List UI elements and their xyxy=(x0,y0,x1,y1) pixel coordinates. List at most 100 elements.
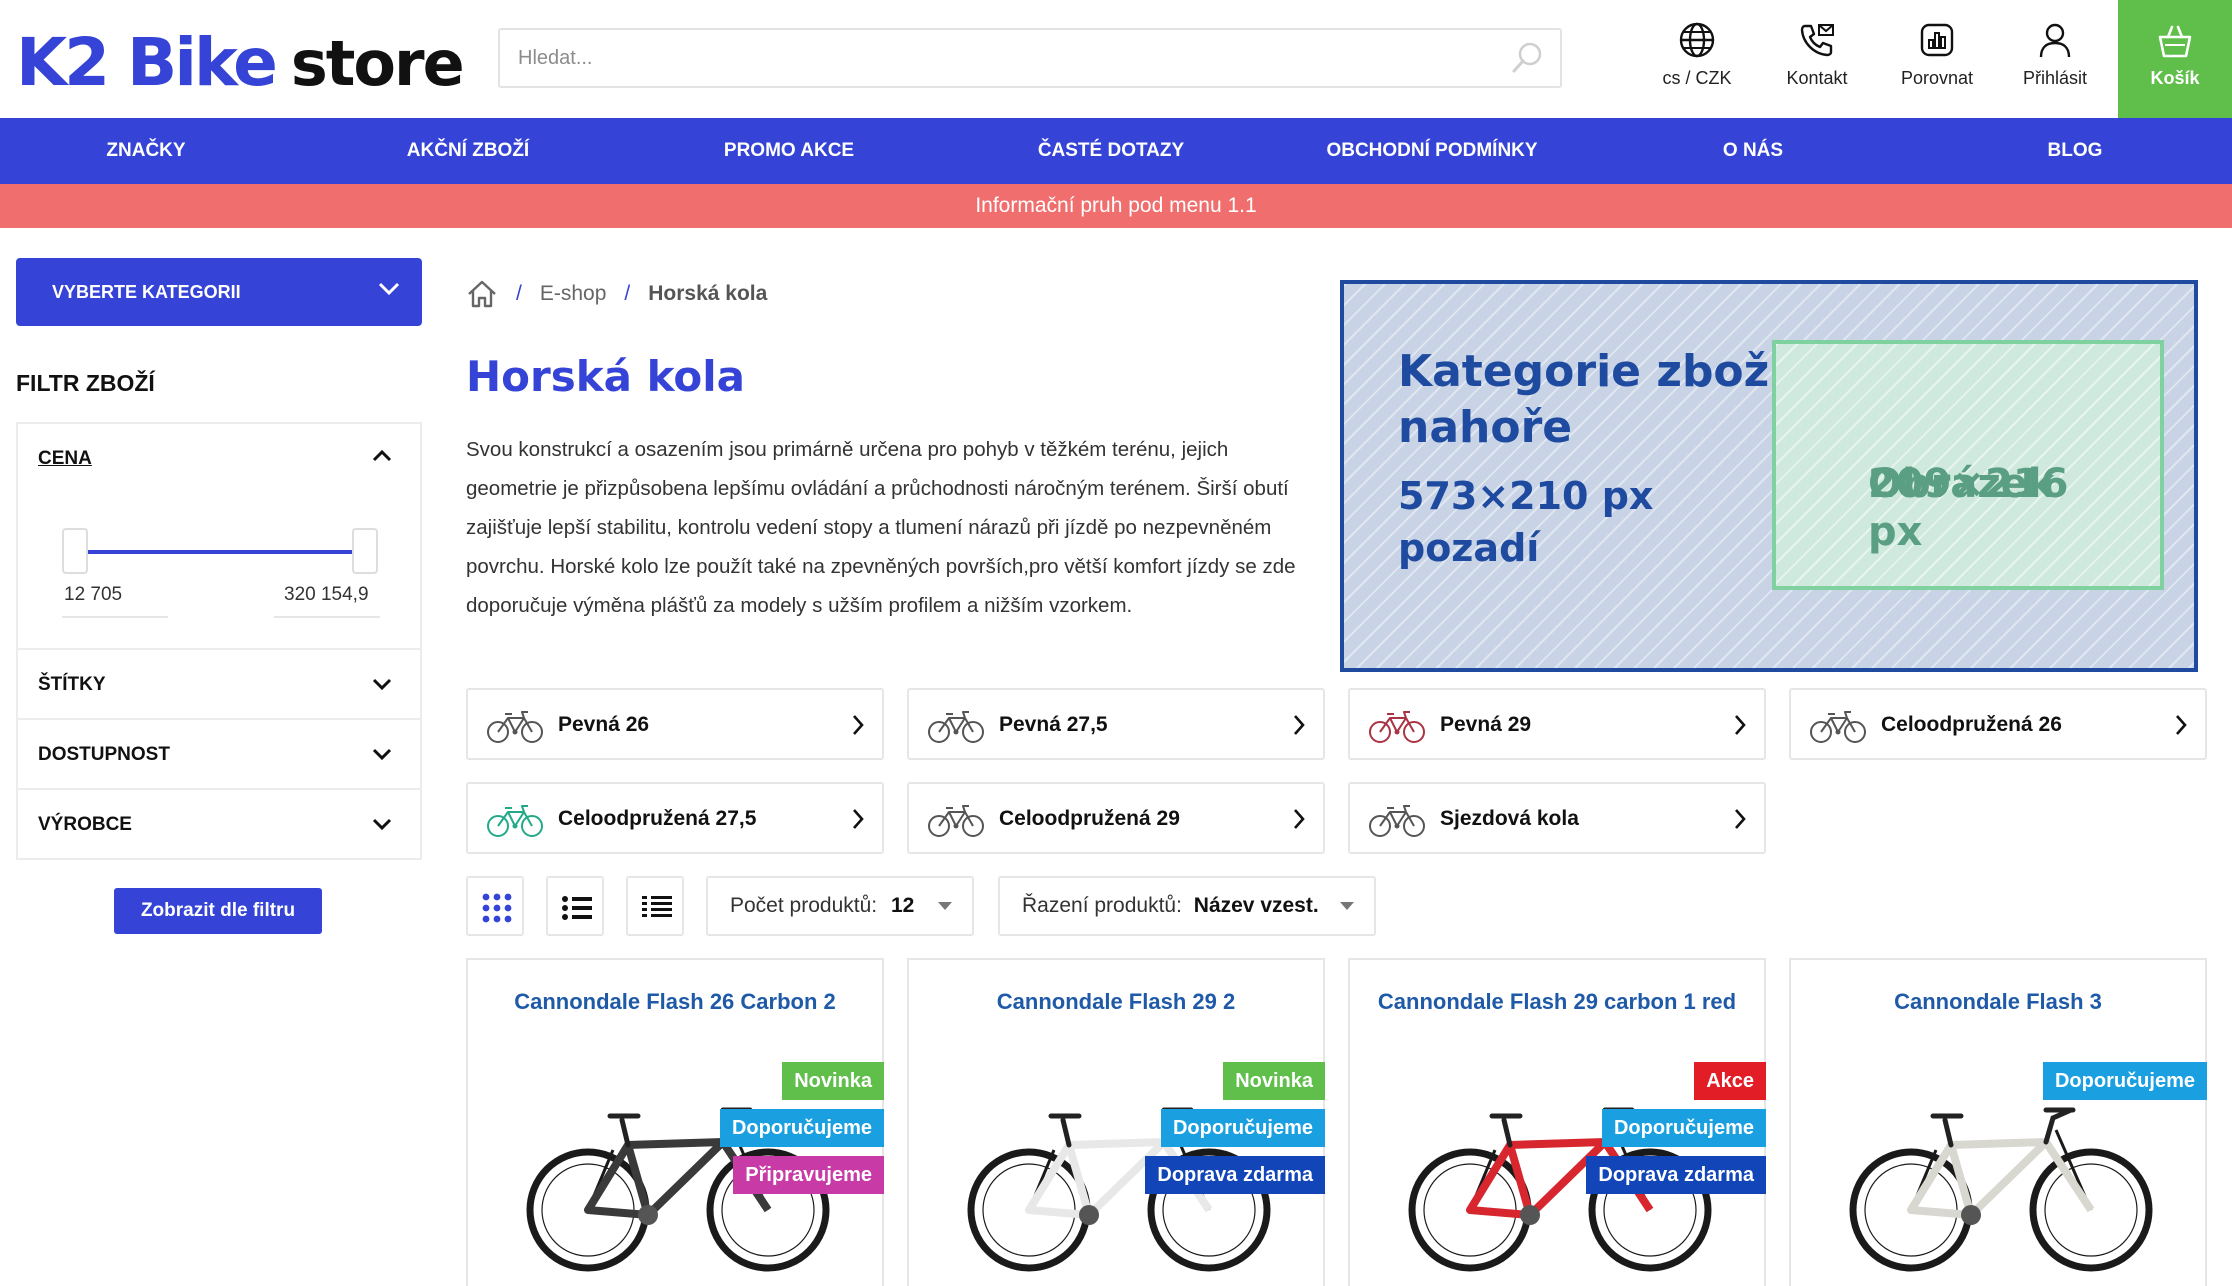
login-link[interactable]: Přihlásit xyxy=(2000,20,2110,100)
nav-item-terms[interactable]: OBCHODNÍ PODMÍNKY xyxy=(1326,118,1537,184)
nav-item-sale[interactable]: AKČNÍ ZBOŽÍ xyxy=(407,118,529,184)
chevron-right-icon xyxy=(1734,808,1746,835)
nav-item-faq[interactable]: ČASTÉ DOTAZY xyxy=(1038,118,1184,184)
subcategory-label: Sjezdová kola xyxy=(1440,807,1579,830)
price-min-value[interactable]: 12 705 xyxy=(64,584,122,606)
view-list-button[interactable] xyxy=(546,876,604,936)
chevron-right-icon xyxy=(1734,714,1746,741)
filter-section-manufacturer[interactable]: VÝROBCE xyxy=(18,790,420,858)
product-badge: Novinka xyxy=(782,1062,884,1100)
compare-label: Porovnat xyxy=(1900,68,1974,88)
apply-filter-button[interactable]: Zobrazit dle filtru xyxy=(114,888,322,934)
filter-price-toggle[interactable]: CENA xyxy=(38,448,92,470)
subcategory-tile[interactable]: Celoodpružená 26 xyxy=(1789,688,2207,760)
chevron-down-icon xyxy=(372,678,392,690)
chevron-up-icon[interactable] xyxy=(372,450,392,462)
view-grid-button[interactable] xyxy=(466,876,524,936)
category-select-button[interactable]: VYBERTE KATEGORII xyxy=(16,258,422,326)
price-slider-max-handle[interactable] xyxy=(352,528,378,574)
product-name[interactable]: Cannondale Flash 29 2 xyxy=(929,986,1303,1018)
product-badge: Doprava zdarma xyxy=(1145,1156,1325,1194)
subcategory-label: Celoodpružená 27,5 xyxy=(558,807,757,830)
filter-section-tags[interactable]: ŠTÍTKY xyxy=(18,650,420,720)
sort-select[interactable]: Řazení produktů: Název vzest. xyxy=(998,876,1376,936)
filter-manufacturer-label: VÝROBCE xyxy=(38,814,132,835)
price-min-underline xyxy=(62,616,168,618)
nav-item-promo[interactable]: PROMO AKCE xyxy=(724,118,854,184)
subcategory-tile[interactable]: Pevná 26 xyxy=(466,688,884,760)
subcategory-tile[interactable]: Celoodpružená 29 xyxy=(907,782,1325,854)
bicycle-icon xyxy=(1809,708,1867,749)
filter-section-availability[interactable]: DOSTUPNOST xyxy=(18,720,420,790)
price-slider-track[interactable] xyxy=(88,550,368,554)
bicycle-icon xyxy=(1368,802,1426,843)
bicycle-icon xyxy=(927,802,985,843)
product-name[interactable]: Cannondale Flash 29 carbon 1 red xyxy=(1370,986,1744,1018)
product-card[interactable]: Cannondale Flash 3 Doporučujeme xyxy=(1789,958,2207,1286)
language-currency-switch[interactable]: cs / CZK xyxy=(1642,20,1752,100)
sort-value: Název vzest. xyxy=(1193,894,1319,917)
search-box xyxy=(498,28,1562,88)
chevron-right-icon xyxy=(1293,808,1305,835)
home-icon[interactable] xyxy=(466,279,498,309)
nav-item-blog[interactable]: BLOG xyxy=(2048,118,2103,184)
search-icon[interactable] xyxy=(1510,40,1546,76)
category-banner: Kategorie zboží nahoře 573×210 px pozadí… xyxy=(1340,280,2198,672)
chevron-right-icon xyxy=(852,808,864,835)
category-description: Svou konstrukcí a osazením jsou primárně… xyxy=(466,438,1296,617)
subcategory-label: Celoodpružená 26 xyxy=(1881,713,2062,736)
products-per-page-value: 12 xyxy=(890,894,915,917)
language-currency-label: cs / CZK xyxy=(1662,68,1732,88)
filter-panel: CENA 12 705 320 154,9 ŠTÍTKY DOSTUPNOST … xyxy=(16,422,422,860)
nav-item-about[interactable]: O NÁS xyxy=(1723,118,1783,184)
nav-item-brands[interactable]: ZNAČKY xyxy=(106,118,185,184)
product-badge: Novinka xyxy=(1223,1062,1325,1100)
subcategory-label: Celoodpružená 29 xyxy=(999,807,1180,830)
price-max-value[interactable]: 320 154,9 xyxy=(284,584,369,606)
cart-button[interactable]: Košík xyxy=(2118,0,2232,118)
subcategory-label: Pevná 27,5 xyxy=(999,713,1108,736)
product-badge: Doprava zdarma xyxy=(1586,1156,1766,1194)
chevron-down-icon xyxy=(378,282,400,296)
page-title: Horská kola xyxy=(466,352,746,401)
product-card[interactable]: Cannondale Flash 29 2 Novinka Doporučujem… xyxy=(907,958,1325,1286)
logo[interactable]: K2 Bike store xyxy=(16,24,465,101)
product-badge: Připravujeme xyxy=(733,1156,884,1194)
filter-availability-label: DOSTUPNOST xyxy=(38,744,170,765)
view-compact-list-button[interactable] xyxy=(626,876,684,936)
price-slider-min-handle[interactable] xyxy=(62,528,88,574)
products-per-page-select[interactable]: Počet produktů: 12 xyxy=(706,876,974,936)
breadcrumb-current: Horská kola xyxy=(648,282,768,305)
contact-link[interactable]: Kontakt xyxy=(1762,20,1872,100)
list-view-icon xyxy=(562,896,592,920)
search-input[interactable] xyxy=(500,30,1460,86)
subcategory-tile[interactable]: Pevná 27,5 xyxy=(907,688,1325,760)
banner-image-line2: 209×216 px xyxy=(1868,461,2069,555)
subcategory-label: Pevná 29 xyxy=(1440,713,1532,736)
caret-down-icon xyxy=(1340,902,1354,910)
product-name[interactable]: Cannondale Flash 26 Carbon 2 xyxy=(488,986,862,1018)
chevron-right-icon xyxy=(1293,714,1305,741)
product-image[interactable] xyxy=(1841,1090,2161,1285)
product-badge: Doporučujeme xyxy=(2042,1062,2207,1100)
product-name[interactable]: Cannondale Flash 3 xyxy=(1811,986,2185,1018)
subcategory-tile[interactable]: Sjezdová kola xyxy=(1348,782,1766,854)
product-badge: Doporučujeme xyxy=(719,1109,884,1147)
product-badge: Akce xyxy=(1694,1062,1766,1100)
compare-link[interactable]: Porovnat xyxy=(1882,20,1992,100)
breadcrumb-eshop[interactable]: E-shop xyxy=(540,282,607,306)
category-select-label: VYBERTE KATEGORII xyxy=(52,282,241,302)
caret-down-icon xyxy=(938,902,952,910)
banner-size: 573×210 px pozadí xyxy=(1398,470,1653,574)
bicycle-icon xyxy=(927,708,985,749)
subcategory-tile[interactable]: Celoodpružená 27,5 xyxy=(466,782,884,854)
site-header: K2 Bike store cs / CZK Kontakt Porovnat … xyxy=(0,0,2232,118)
product-card[interactable]: Cannondale Flash 26 Carbon 2 Novinka Dopo… xyxy=(466,958,884,1286)
compact-list-view-icon xyxy=(642,896,672,917)
chevron-right-icon xyxy=(852,714,864,741)
cart-label: Košík xyxy=(2150,68,2200,88)
banner-size-line2: pozadí xyxy=(1398,526,1540,570)
subcategory-tile[interactable]: Pevná 29 xyxy=(1348,688,1766,760)
product-card[interactable]: Cannondale Flash 29 carbon 1 red Akce Dop… xyxy=(1348,958,1766,1286)
grid-view-icon xyxy=(482,893,512,923)
